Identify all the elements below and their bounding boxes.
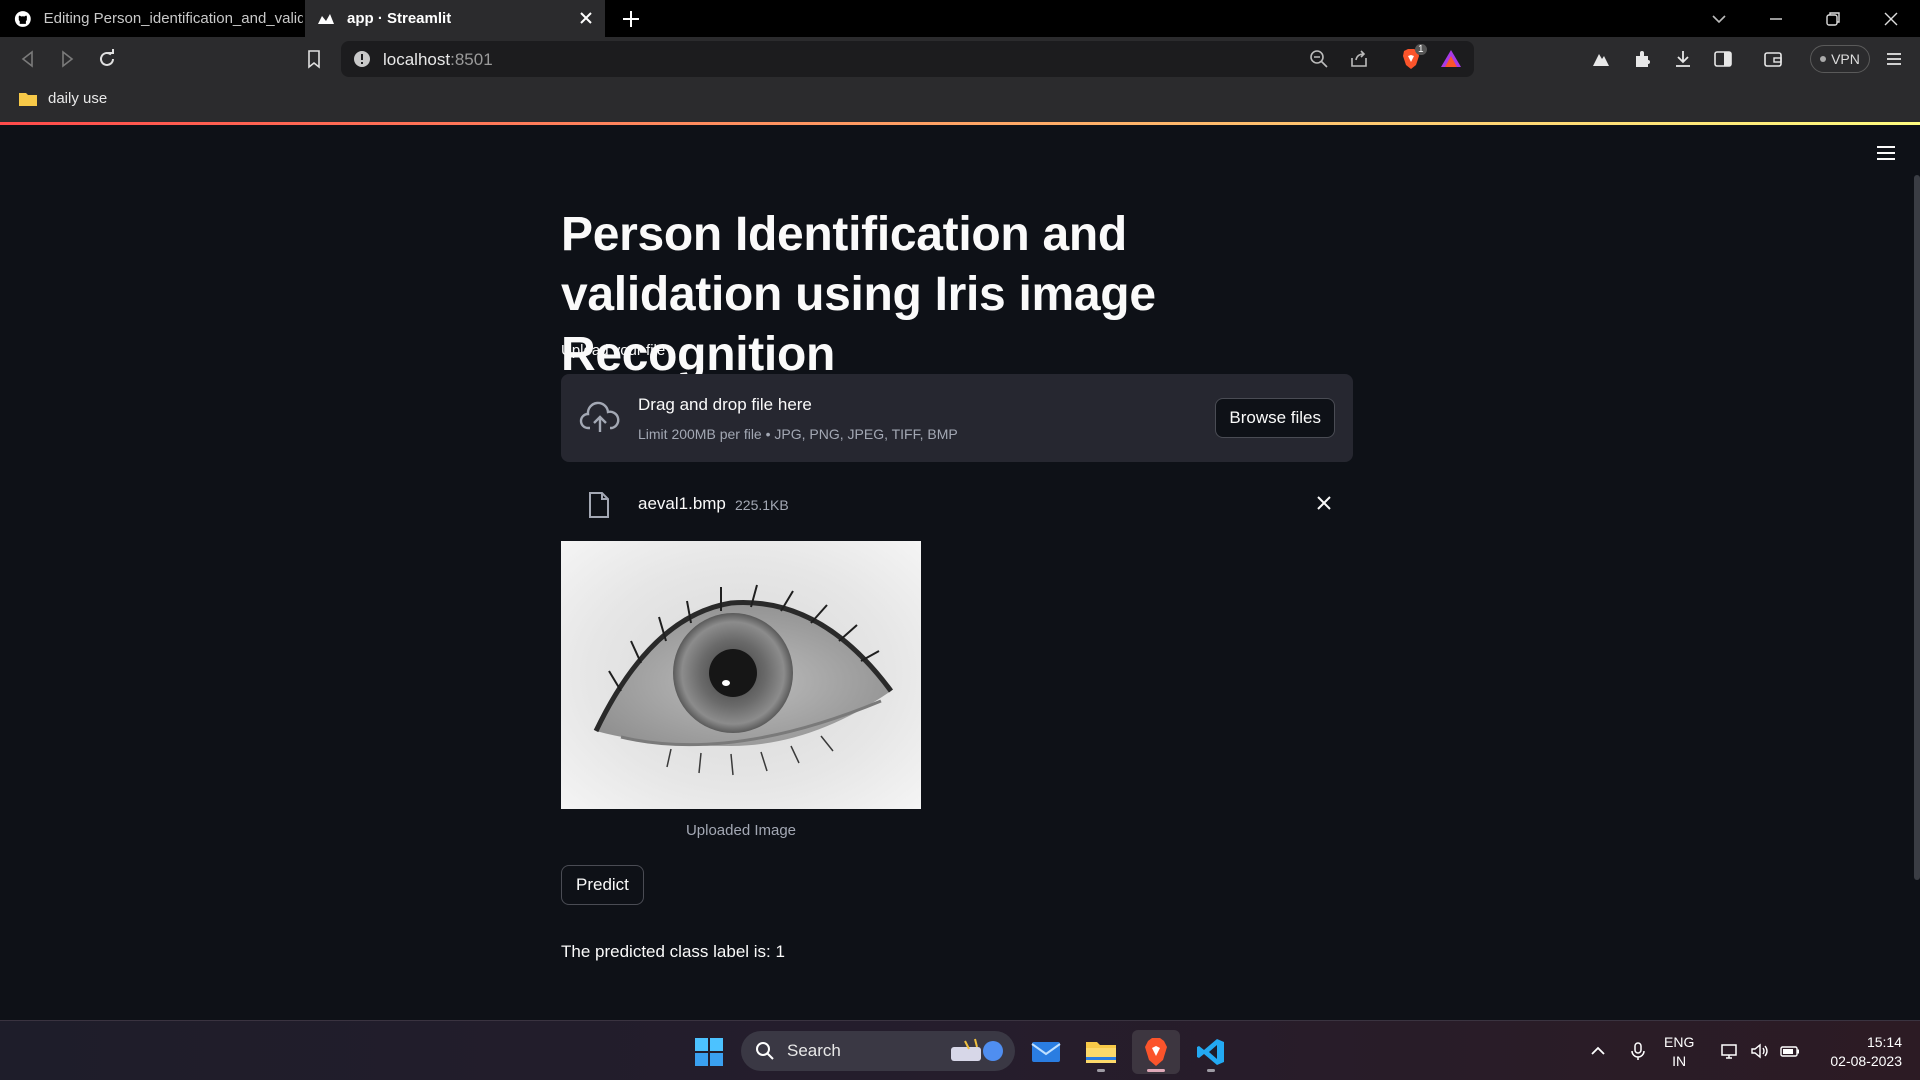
hamburger-menu-icon[interactable] bbox=[1874, 143, 1898, 163]
network-icon[interactable] bbox=[1720, 1041, 1740, 1061]
reload-icon[interactable] bbox=[96, 48, 118, 70]
file-icon bbox=[589, 492, 609, 518]
taskbar-mail[interactable] bbox=[1022, 1030, 1070, 1074]
bookmark-daily-use[interactable]: daily use bbox=[18, 90, 107, 107]
remove-file-icon[interactable] bbox=[1315, 494, 1333, 512]
brave-rewards-icon[interactable] bbox=[1440, 48, 1462, 70]
github-icon bbox=[14, 10, 31, 27]
tab-github-editor[interactable]: Editing Person_identification_and_valida… bbox=[0, 0, 303, 37]
search-label: Search bbox=[787, 1041, 841, 1060]
eye-image bbox=[561, 541, 921, 809]
brave-badge: 1 bbox=[1415, 44, 1427, 55]
uploaded-file-size: 225.1KB bbox=[735, 497, 789, 513]
tab-streamlit-app[interactable]: app · Streamlit bbox=[305, 0, 605, 37]
mail-icon bbox=[1031, 1042, 1061, 1062]
address-bar[interactable]: localhost:8501 1 bbox=[341, 41, 1474, 77]
prediction-result: The predicted class label is: 1 bbox=[561, 942, 785, 961]
region-code: IN bbox=[1672, 1053, 1687, 1069]
browser-toolbar: localhost:8501 1 VPN bbox=[0, 37, 1920, 82]
chevron-up-icon[interactable] bbox=[1588, 1041, 1608, 1061]
vpn-button[interactable]: VPN bbox=[1810, 45, 1870, 73]
taskbar-brave[interactable] bbox=[1132, 1030, 1180, 1074]
folder-icon bbox=[19, 92, 37, 106]
system-clock[interactable]: 15:14 02-08-2023 bbox=[1830, 1033, 1902, 1071]
brave-browser-icon bbox=[1145, 1038, 1167, 1066]
uploaded-image bbox=[561, 541, 921, 809]
taskbar-search[interactable]: Search bbox=[741, 1031, 1015, 1071]
forward-icon[interactable] bbox=[56, 48, 78, 70]
search-highlight-icon bbox=[951, 1038, 1003, 1061]
clock-date: 02-08-2023 bbox=[1830, 1053, 1902, 1069]
close-window-icon[interactable] bbox=[1880, 8, 1902, 30]
zoom-icon[interactable] bbox=[1309, 49, 1329, 69]
vpn-label: VPN bbox=[1831, 51, 1860, 67]
streamlit-app: Person Identification and validation usi… bbox=[0, 125, 1920, 1020]
menu-icon[interactable] bbox=[1883, 48, 1905, 70]
volume-icon[interactable] bbox=[1750, 1041, 1770, 1061]
url-text: localhost:8501 bbox=[383, 50, 493, 70]
file-dropzone[interactable]: Drag and drop file here Limit 200MB per … bbox=[561, 374, 1353, 462]
search-icon bbox=[756, 1042, 774, 1060]
share-icon[interactable] bbox=[1349, 49, 1369, 69]
language-code: ENG bbox=[1664, 1034, 1695, 1050]
url-port: :8501 bbox=[450, 50, 493, 69]
vpn-status-dot bbox=[1820, 56, 1827, 62]
dropzone-instructions: Drag and drop file here bbox=[638, 395, 812, 414]
uploaded-file-row: aeval1.bmp 225.1KB bbox=[561, 475, 1353, 531]
dropzone-limits: Limit 200MB per file • JPG, PNG, JPEG, T… bbox=[638, 426, 958, 442]
new-tab-icon[interactable] bbox=[620, 8, 642, 30]
image-caption: Uploaded Image bbox=[685, 822, 797, 839]
wallet-icon[interactable] bbox=[1762, 48, 1784, 70]
tab-search-chevron-icon[interactable] bbox=[1708, 8, 1730, 30]
bookmarks-bar: daily use bbox=[0, 82, 1920, 122]
windows-taskbar: Search ENG IN 15:14 02-08-2023 bbox=[0, 1020, 1920, 1080]
file-explorer-icon bbox=[1086, 1042, 1116, 1063]
windows-start-icon[interactable] bbox=[694, 1037, 724, 1067]
tab-title: app · Streamlit bbox=[347, 10, 452, 27]
taskbar-vscode[interactable] bbox=[1187, 1030, 1235, 1074]
download-icon[interactable] bbox=[1672, 48, 1694, 70]
minimize-icon[interactable] bbox=[1765, 8, 1787, 30]
browse-files-button[interactable]: Browse files bbox=[1215, 398, 1335, 438]
taskbar-file-explorer[interactable] bbox=[1077, 1030, 1125, 1074]
extensions-icon[interactable] bbox=[1632, 48, 1654, 70]
back-icon[interactable] bbox=[17, 48, 39, 70]
bookmark-icon[interactable] bbox=[303, 48, 325, 70]
battery-icon[interactable] bbox=[1780, 1041, 1800, 1061]
sidebar-icon[interactable] bbox=[1712, 48, 1734, 70]
scrollbar[interactable] bbox=[1914, 175, 1920, 880]
microphone-icon[interactable] bbox=[1628, 1041, 1648, 1061]
active-indicator bbox=[1147, 1069, 1165, 1072]
restore-icon[interactable] bbox=[1822, 8, 1844, 30]
cloud-upload-icon bbox=[579, 401, 620, 432]
brave-wallet-triangle-icon[interactable] bbox=[1590, 48, 1612, 70]
bookmark-label: daily use bbox=[48, 90, 108, 107]
uploader-label: Upload your file bbox=[561, 342, 666, 359]
url-host: localhost bbox=[383, 50, 451, 69]
running-indicator bbox=[1097, 1069, 1105, 1072]
clock-time: 15:14 bbox=[1866, 1034, 1902, 1050]
site-info-icon[interactable] bbox=[353, 50, 371, 68]
browser-tab-strip: Editing Person_identification_and_valid a… bbox=[0, 0, 1920, 37]
close-tab-icon[interactable] bbox=[577, 9, 595, 27]
streamlit-icon bbox=[318, 13, 334, 24]
predict-button[interactable]: Predict bbox=[561, 865, 644, 905]
tab-title: Editing Person_identification_and_valida… bbox=[43, 10, 303, 27]
running-indicator bbox=[1207, 1069, 1215, 1072]
uploaded-file-name: aeval1.bmp bbox=[638, 494, 726, 513]
vscode-icon bbox=[1197, 1039, 1224, 1065]
language-indicator[interactable]: ENG IN bbox=[1664, 1033, 1694, 1071]
